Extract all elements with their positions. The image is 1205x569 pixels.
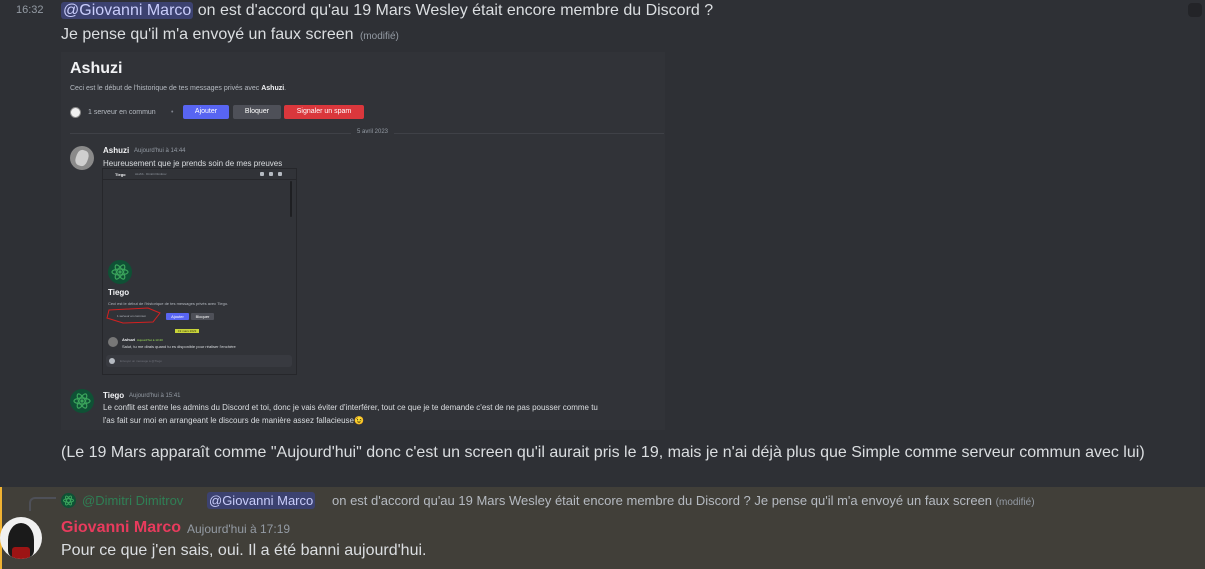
timestamp-tiego: Aujourd'hui à 15:41 [129, 393, 181, 399]
dm-subtitle-suffix: . [284, 85, 287, 92]
message-ashuzi-text: Heureusement que je prends soin de mes p… [103, 159, 283, 168]
username-tiego: Tiego [103, 391, 125, 400]
inner-date-highlight: 19 mars 2023 [175, 329, 200, 333]
phone-icon [260, 172, 264, 176]
inner-avatar [108, 337, 118, 347]
dm-title: Ashuzi [70, 60, 123, 77]
atom-avatar-icon [108, 260, 132, 284]
message-dimitri[interactable]: 16:32 @Giovanni Marco on est d'accord qu… [0, 0, 1205, 487]
reply-preview[interactable]: on est d'accord qu'au 19 Mars Wesley éta… [332, 493, 1035, 508]
inner-header: Tiego ALIAS · Dimitri Dimitrov [103, 169, 296, 180]
pin-icon [278, 172, 282, 176]
message-tiego-line1: Le conflit est entre les admins du Disco… [103, 403, 598, 412]
plus-icon [109, 358, 115, 364]
message-line1-text: on est d'accord qu'au 19 Mars Wesley éta… [193, 2, 714, 19]
inner-header-call: ALIAS · Dimitri Dimitrov [135, 172, 167, 176]
inner-header-name: Tiego [115, 172, 126, 177]
reply-avatar-icon[interactable] [61, 493, 76, 508]
nested-screenshot: Tiego ALIAS · Dimitri Dimitrov Tiego Cec… [102, 168, 297, 375]
user-mention[interactable]: @Giovanni Marco [61, 2, 194, 19]
inner-message-text: Salut, tu me dirais quand tu es disponib… [122, 344, 236, 349]
timestamp-ashuzi: Aujourd'hui à 14:44 [134, 148, 186, 154]
reply-edited-label: (modifié) [995, 497, 1035, 508]
inner-message-input: Envoyer un message à @Tiego [106, 355, 292, 367]
video-icon [269, 172, 273, 176]
reply-spine [29, 497, 56, 511]
server-icon [70, 107, 81, 118]
inner-scrollbar [290, 181, 292, 217]
inner-title: Tiego [108, 288, 130, 297]
username-ashuzi: Ashuzi [103, 146, 130, 155]
message-timestamp: 16:32 [16, 4, 44, 16]
inner-add-button: Ajouter [166, 313, 189, 320]
date-divider-label: 5 avril 2023 [351, 129, 395, 135]
message-caption: (Le 19 Mars apparaît comme "Aujourd'hui"… [61, 444, 1145, 461]
avatar-giovanni[interactable] [0, 517, 42, 559]
report-spam-button: Signaler un spam [284, 105, 364, 119]
username-giovanni[interactable]: Giovanni Marco [61, 519, 181, 537]
inner-block-button: Bloquer [191, 313, 214, 320]
dm-subtitle-name: Ashuzi [261, 85, 285, 92]
dm-subtitle: Ceci est le début de l'historique de tes… [70, 85, 286, 92]
message-tiego-line2-text: l'as fait sur moi en arrangeant le disco… [103, 416, 354, 425]
block-button: Bloquer [233, 105, 281, 119]
reply-preview-text: on est d'accord qu'au 19 Mars Wesley éta… [332, 493, 993, 508]
message-timestamp-giovanni: Aujourd'hui à 17:19 [187, 522, 291, 536]
message-line2-text: Je pense qu'il m'a envoyé un faux screen [61, 26, 354, 43]
inner-server-common: 1 serveur en commun [117, 314, 147, 318]
message-line1: @Giovanni Marco on est d'accord qu'au 19… [61, 2, 713, 20]
server-common-text: 1 serveur en commun [88, 109, 156, 116]
message-tiego-line2: l'as fait sur moi en arrangeant le disco… [103, 416, 364, 425]
avatar-tiego [70, 389, 94, 413]
message-actions-button[interactable] [1188, 3, 1202, 17]
avatar-ashuzi [70, 146, 94, 170]
message-giovanni-text: Pour ce que j'en sais, oui. Il a été ban… [61, 542, 427, 559]
message-line2: Je pense qu'il m'a envoyé un faux screen… [61, 26, 399, 44]
add-friend-button: Ajouter [183, 105, 229, 119]
inner-timestamp: Aujourd'hui à 13:40 [137, 338, 163, 342]
edited-label: (modifié) [359, 31, 399, 42]
message-giovanni[interactable]: @Dimitri Dimitrov @Giovanni Marco on est… [0, 487, 1205, 569]
inner-username: Ashuzi [122, 337, 136, 342]
inner-input-placeholder: Envoyer un message à @Tiego [120, 359, 162, 363]
dm-subtitle-text: Ceci est le début de l'historique de tes… [70, 85, 262, 92]
attached-screenshot[interactable]: Ashuzi Ceci est le début de l'historique… [61, 52, 665, 430]
wink-emoji-icon: 😉 [354, 416, 364, 425]
reply-author[interactable]: @Dimitri Dimitrov [82, 493, 183, 508]
reply-mention[interactable]: @Giovanni Marco [207, 492, 316, 509]
separator-dot: • [171, 109, 174, 116]
